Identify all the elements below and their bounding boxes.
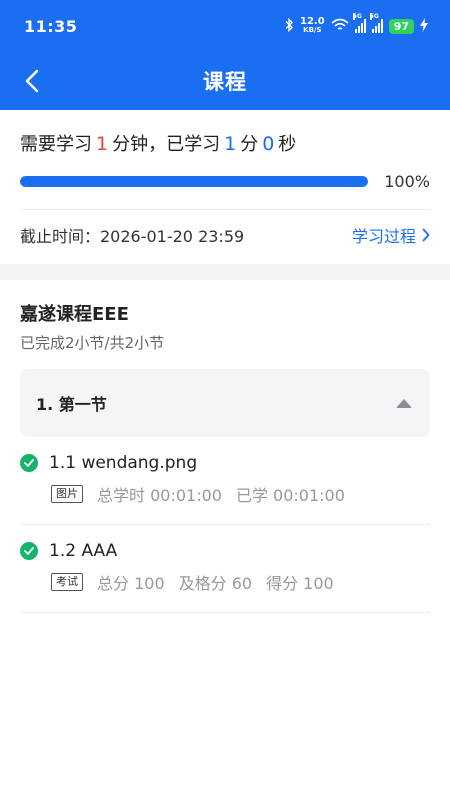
signal-tag: 5G [352, 13, 362, 20]
deadline-row: 截止时间：2026-01-20 23:59 学习过程 [20, 210, 430, 260]
exam-obtained-score: 得分 100 [266, 574, 334, 593]
course-section: 嘉遂课程EEE 已完成2小节/共2小节 1. 第一节 1.1 wendang.p… [0, 280, 450, 613]
progress-bar-fill [20, 176, 369, 187]
course-progress-summary: 已完成2小节/共2小节 [20, 334, 165, 352]
network-speed: 12.0 KB/S [300, 17, 325, 35]
chapter-label: 1. 第一节 [36, 395, 107, 414]
status-bar: 11:35 12.0 KB/S 5G 5G 97 [0, 0, 450, 52]
back-button[interactable] [18, 65, 46, 97]
wifi-icon [331, 18, 349, 35]
chapter-header[interactable]: 1. 第一节 [20, 369, 430, 437]
battery-indicator: 97 [388, 18, 414, 34]
study-process-link[interactable]: 学习过程 [352, 223, 430, 247]
lesson-title: 1.1 wendang.png [49, 453, 198, 473]
progress-row: 100% [20, 172, 430, 191]
lesson-studied-time: 已学 00:01:00 [235, 486, 345, 505]
lesson-type-badge: 考试 [51, 573, 83, 591]
deadline-text: 截止时间：2026-01-20 23:59 [20, 227, 245, 246]
charging-icon [420, 17, 428, 35]
network-speed-value: 12.0 [300, 16, 325, 27]
required-prefix: 需要学习 [20, 134, 92, 155]
minute-unit: 分 [240, 134, 259, 155]
chevron-left-icon [25, 69, 39, 93]
lesson-item[interactable]: 1.2 AAA 考试 总分 100 及格分 60 得分 100 [20, 525, 430, 613]
progress-bar [20, 176, 369, 187]
second-unit: 秒 [278, 134, 297, 155]
check-circle-icon [20, 454, 38, 472]
study-process-label: 学习过程 [351, 227, 416, 246]
progress-percent: 100% [384, 172, 430, 191]
chevron-right-icon [422, 228, 430, 242]
check-circle-icon [20, 542, 38, 560]
nav-bar: 课程 [0, 52, 450, 110]
collapse-caret-icon [396, 398, 412, 408]
studied-minutes: 1 [224, 133, 237, 155]
exam-total-score: 总分 100 [97, 574, 165, 593]
signal-tag-2: 5G [369, 13, 379, 20]
signal-strength-icon-2: 5G [369, 13, 383, 33]
status-icons: 12.0 KB/S 5G 5G 97 [284, 13, 428, 35]
progress-card: 需要学习 1 分钟，已学习 1 分 0 秒 100% 截止时间：2026-01-… [0, 110, 450, 260]
required-unit: 分钟，已学习 [112, 134, 221, 155]
studied-seconds: 0 [262, 133, 275, 155]
app-header: 11:35 12.0 KB/S 5G 5G 97 课程 [0, 0, 450, 110]
required-minutes: 1 [96, 133, 109, 155]
page-title: 课程 [203, 70, 247, 94]
lesson-item[interactable]: 1.1 wendang.png 图片 总学时 00:01:00 已学 00:01… [20, 437, 430, 525]
bluetooth-icon [284, 17, 294, 35]
exam-passing-score: 及格分 60 [178, 574, 253, 593]
lesson-type-badge: 图片 [51, 485, 83, 503]
lesson-title: 1.2 AAA [49, 541, 118, 561]
course-title: 嘉遂课程EEE [20, 304, 129, 325]
section-separator [0, 264, 450, 280]
study-requirement: 需要学习 1 分钟，已学习 1 分 0 秒 [20, 130, 430, 156]
lesson-total-time: 总学时 00:01:00 [97, 486, 222, 505]
signal-strength-icon: 5G [352, 13, 366, 33]
network-speed-unit: KB/S [303, 26, 322, 34]
status-time: 11:35 [24, 16, 78, 36]
